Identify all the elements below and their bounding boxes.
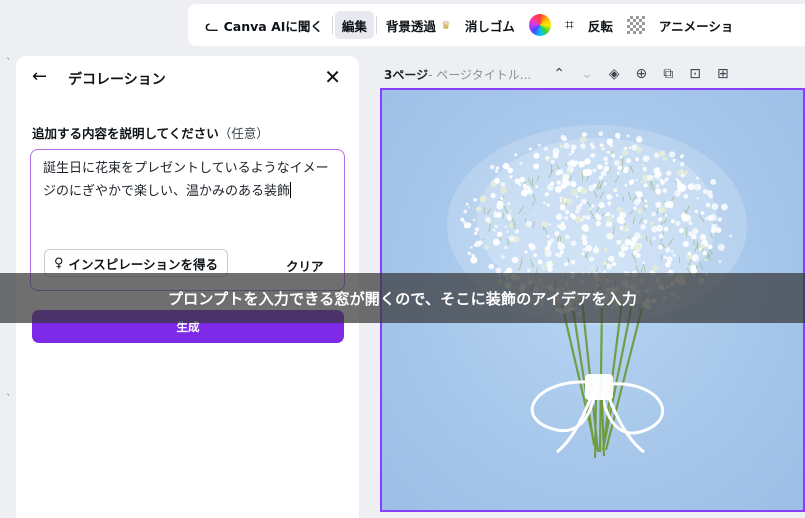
top-toolbar: ᓚ Canva AIに聞く 編集 背景透過 ♛ 消しゴム ⌗ 反転 アニメーショ <box>188 4 805 46</box>
prompt-label-text: 追加する内容を説明してください <box>32 126 219 141</box>
prompt-label: 追加する内容を説明してください（任意） <box>32 123 269 142</box>
canva-ai-button[interactable]: ᓚ Canva AIに聞く <box>198 11 330 39</box>
page-number: 3ページ <box>384 67 429 82</box>
lock-icon[interactable]: ⊕ <box>635 66 647 82</box>
add-page-icon[interactable]: ⊞ <box>717 66 729 82</box>
bg-remove-label: 背景透過 <box>385 18 436 34</box>
color-wheel-icon <box>528 14 551 36</box>
inspiration-label: インスピレーションを得る <box>68 256 219 272</box>
animate-label: アニメーショ <box>658 18 734 34</box>
back-arrow-icon[interactable]: ← <box>32 66 47 87</box>
eraser-button[interactable]: 消しゴム <box>458 11 522 39</box>
panel-title: デコレーション <box>68 72 166 88</box>
page-actions: ⌃ ⌄ ◈ ⊕ ⧉ ⊡ ⊞ <box>553 66 728 82</box>
flip-label: 反転 <box>587 18 613 34</box>
prompt-value[interactable]: 誕生日に花束をプレゼントしているようなイメージのにぎやかで楽しい、温かみのある装… <box>43 157 332 203</box>
crown-icon: ♛ <box>440 18 451 32</box>
prompt-optional: （任意） <box>218 126 269 141</box>
tutorial-caption: プロンプトを入力できる窓が開くので、そこに装飾のアイデアを入力 <box>0 273 805 323</box>
ruler-mark: ˋ <box>6 56 12 69</box>
toolbar-divider <box>375 16 377 34</box>
canva-ai-icon: ᓚ <box>205 15 219 35</box>
animate-button[interactable]: アニメーショ <box>652 11 741 39</box>
flip-button[interactable]: 反転 <box>581 11 620 39</box>
transparency-button[interactable] <box>620 11 652 39</box>
crop-icon: ⌗ <box>564 15 574 34</box>
page-title-input[interactable]: - ページタイトル... <box>428 66 531 83</box>
chevron-down-icon[interactable]: ⌄ <box>581 66 593 82</box>
edit-label: 編集 <box>341 18 367 34</box>
hide-icon[interactable]: ◈ <box>609 66 620 82</box>
panel-header: ← デコレーション ✕ <box>16 56 359 100</box>
page-header: 3ページ - ページタイトル... ⌃ ⌄ ◈ ⊕ ⧉ ⊡ ⊞ <box>384 62 805 86</box>
delete-icon[interactable]: ⊡ <box>689 66 701 82</box>
bulb-icon: ♀ <box>54 255 64 271</box>
text-caret <box>290 182 292 198</box>
transparency-icon <box>626 16 645 34</box>
ruler-mark: ˋ <box>6 392 12 405</box>
chevron-up-icon[interactable]: ⌃ <box>553 66 565 82</box>
close-icon[interactable]: ✕ <box>324 65 341 89</box>
duplicate-icon[interactable]: ⧉ <box>663 66 673 82</box>
prompt-text: 誕生日に花束をプレゼントしているようなイメージのにぎやかで楽しい、温かみのある装… <box>43 161 329 199</box>
toolbar-divider <box>331 16 333 34</box>
color-button[interactable] <box>522 11 558 39</box>
canva-ai-label: Canva AIに聞く <box>223 18 323 34</box>
bg-remove-button[interactable]: 背景透過 ♛ <box>379 11 458 39</box>
eraser-label: 消しゴム <box>464 18 515 34</box>
edit-button[interactable]: 編集 <box>334 11 374 39</box>
crop-button[interactable]: ⌗ <box>558 11 581 39</box>
